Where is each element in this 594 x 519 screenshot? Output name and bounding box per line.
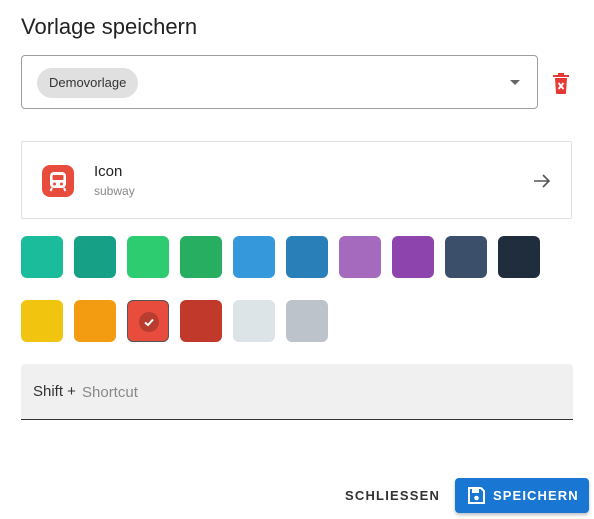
- chevron-down-icon[interactable]: [510, 80, 520, 85]
- shortcut-prefix: Shift +: [33, 383, 76, 400]
- color-swatch[interactable]: [180, 236, 222, 278]
- arrow-right-icon[interactable]: [531, 170, 553, 192]
- color-swatch[interactable]: [21, 236, 63, 278]
- close-button[interactable]: SCHLIESSEN: [337, 479, 448, 513]
- shortcut-field[interactable]: Shift +: [21, 364, 573, 420]
- color-swatch[interactable]: [233, 300, 275, 342]
- delete-template-button[interactable]: [550, 72, 572, 96]
- color-swatch[interactable]: [392, 236, 434, 278]
- color-swatch[interactable]: [286, 300, 328, 342]
- icon-picker-card[interactable]: Icon subway: [21, 141, 572, 219]
- template-select[interactable]: Demovorlage: [21, 55, 538, 109]
- dialog-title: Vorlage speichern: [21, 14, 198, 39]
- color-swatch[interactable]: [74, 300, 116, 342]
- icon-card-title: Icon: [94, 163, 123, 180]
- color-swatch[interactable]: [445, 236, 487, 278]
- icon-card-subtitle: subway: [94, 184, 135, 198]
- color-swatch-selected[interactable]: [127, 300, 169, 342]
- color-swatch[interactable]: [339, 236, 381, 278]
- floppy-disk-icon: [468, 487, 485, 504]
- checkmark-icon: [139, 312, 159, 332]
- color-swatch[interactable]: [233, 236, 275, 278]
- color-swatch[interactable]: [74, 236, 116, 278]
- template-chip[interactable]: Demovorlage: [37, 68, 139, 98]
- subway-icon: [42, 165, 74, 197]
- color-swatch[interactable]: [21, 300, 63, 342]
- save-button[interactable]: SPEICHERN: [455, 478, 589, 513]
- shortcut-input[interactable]: [82, 376, 542, 408]
- color-swatch[interactable]: [286, 236, 328, 278]
- color-swatch[interactable]: [498, 236, 540, 278]
- save-button-label: SPEICHERN: [493, 488, 579, 503]
- trash-x-icon: [553, 73, 569, 94]
- color-swatch[interactable]: [127, 236, 169, 278]
- color-swatch[interactable]: [180, 300, 222, 342]
